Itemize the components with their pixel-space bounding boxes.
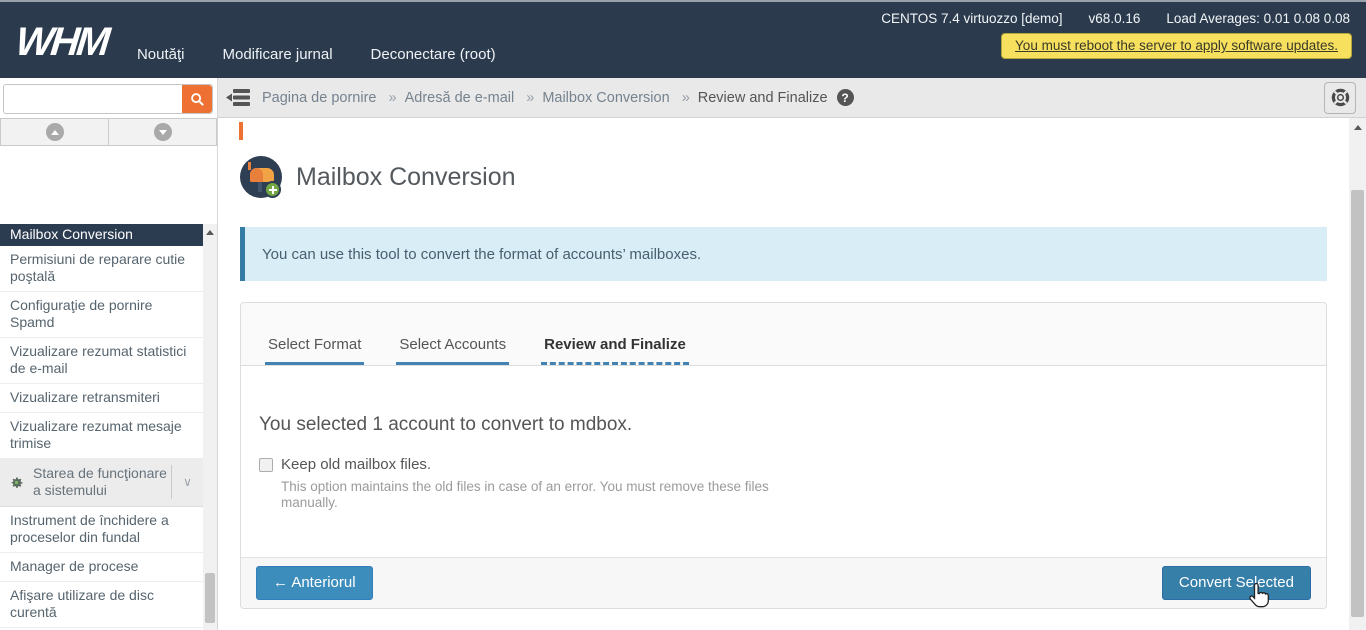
top-header: WHM Noutăţi Modificare jurnal Deconectare …	[0, 0, 1366, 78]
breadcrumb-link[interactable]: Pagina de pornire	[262, 90, 376, 106]
header-right: CENTOS 7.4 virtuozzo [demo] v68.0.16 Loa…	[881, 2, 1352, 78]
info-callout: You can use this tool to convert the for…	[240, 227, 1327, 281]
sidebar: Mailbox ConversionPermisiuni de reparare…	[0, 78, 218, 630]
breadcrumb-separator: »	[389, 90, 397, 106]
breadcrumb-link[interactable]: Review and Finalize	[698, 90, 828, 106]
header-nav-link[interactable]: Noutăţi	[137, 46, 185, 63]
wizard-body: You selected 1 account to convert to mdb…	[241, 366, 1326, 557]
keep-old-files-help: This option maintains the old files in c…	[281, 479, 771, 511]
loading-indicator	[239, 122, 243, 140]
wizard-footer: ← Anteriorul Convert Selected	[241, 557, 1326, 608]
sidebar-scrollbar	[203, 224, 217, 630]
scroll-up-icon[interactable]	[1354, 125, 1362, 130]
info-text: You can use this tool to convert the for…	[262, 246, 701, 263]
help-icon[interactable]: ?	[837, 89, 854, 106]
breadcrumb-item: Review and Finalize »	[698, 90, 828, 106]
header-nav: Noutăţi Modificare jurnal Deconectare (roo…	[137, 46, 496, 78]
breadcrumb-link[interactable]: Mailbox Conversion	[542, 90, 669, 106]
whm-page: WHM Noutăţi Modificare jurnal Deconectare …	[0, 0, 1366, 630]
sidebar-item[interactable]: Manager de procese	[0, 553, 203, 582]
breadcrumb: Pagina de pornire » Adresă de e-mail » M…	[262, 90, 828, 106]
wizard-card: Select Format Select Accounts Review and…	[240, 302, 1327, 609]
reboot-notice-button[interactable]: You must reboot the server to apply soft…	[1001, 33, 1352, 59]
sidebar-item[interactable]: Permisiuni de reparare cutie poştală	[0, 246, 203, 292]
arrow-up-icon	[46, 123, 64, 141]
sidebar-item[interactable]: Vizualizare rezumat mesaje trimise	[0, 413, 203, 459]
sidebar-item[interactable]: Vizualizare rezumat statistici de e-mail	[0, 338, 203, 384]
arrow-down-icon	[154, 123, 172, 141]
sidebar-section[interactable]: Starea de funcţionare a sistemului∨	[0, 459, 203, 507]
header-nav-link[interactable]: Modificare jurnal	[223, 46, 333, 63]
wizard-tab[interactable]: Select Format	[265, 336, 364, 365]
previous-result-button[interactable]	[0, 118, 109, 146]
server-label: CENTOS 7.4 virtuozzo [demo]	[881, 11, 1062, 26]
page-title-row: Mailbox Conversion	[240, 156, 516, 198]
sidebar-search	[3, 84, 213, 114]
main-scrollbar	[1349, 118, 1366, 630]
keep-old-files-checkbox[interactable]	[259, 458, 273, 472]
version-label: v68.0.16	[1089, 11, 1141, 26]
previous-button[interactable]: ← Anteriorul	[256, 566, 373, 600]
collapse-navigation-icon[interactable]	[226, 89, 250, 106]
breadcrumb-bar: Pagina de pornire » Adresă de e-mail » M…	[218, 78, 1366, 118]
mailbox-conversion-icon	[240, 156, 282, 198]
whm-logo[interactable]: WHM	[14, 20, 110, 65]
wizard-tab[interactable]: Review and Finalize	[541, 336, 689, 365]
page-title: Mailbox Conversion	[296, 163, 516, 192]
gear-icon	[8, 474, 25, 491]
breadcrumb-separator: »	[682, 90, 690, 106]
wizard-tab-label: Review and Finalize	[544, 336, 686, 353]
main-scrollbar-thumb[interactable]	[1351, 190, 1364, 617]
sidebar-section-label: Starea de funcţionare a sistemului	[33, 465, 171, 499]
sidebar-item[interactable]: Afişare utilizare de disc curentă	[0, 582, 203, 628]
wizard-tab[interactable]: Select Accounts	[396, 336, 509, 365]
breadcrumb-item: Mailbox Conversion »	[542, 90, 697, 106]
chevron-down-icon[interactable]: ∨	[171, 465, 203, 499]
main-content: Mailbox Conversion You can use this tool…	[218, 118, 1349, 630]
sidebar-scrollbar-thumb[interactable]	[205, 573, 215, 623]
sidebar-item-selected[interactable]: Mailbox Conversion	[0, 224, 203, 246]
sidebar-item[interactable]: Instrument de închidere a proceselor din…	[0, 507, 203, 553]
sidebar-item[interactable]: Configuraţie de pornire Spamd	[0, 292, 203, 338]
breadcrumb-item: Pagina de pornire »	[262, 90, 405, 106]
search-button[interactable]	[182, 85, 212, 113]
server-status-line: CENTOS 7.4 virtuozzo [demo] v68.0.16 Loa…	[881, 11, 1350, 26]
wizard-tab-label: Select Accounts	[399, 336, 506, 353]
support-button[interactable]	[1324, 82, 1356, 114]
breadcrumb-separator: »	[526, 90, 534, 106]
life-ring-icon	[1331, 88, 1350, 107]
breadcrumb-item: Adresă de e-mail »	[405, 90, 543, 106]
wizard-tab-label: Select Format	[268, 336, 361, 353]
keep-old-files-row: Keep old mailbox files.	[259, 456, 431, 473]
header-nav-link[interactable]: Deconectare (root)	[371, 46, 496, 63]
sidebar-item[interactable]: Vizualizare retransmiteri	[0, 384, 203, 413]
wizard-tabs: Select Format Select Accounts Review and…	[241, 303, 1326, 366]
conversion-summary: You selected 1 account to convert to mdb…	[259, 414, 632, 436]
search-result-nav	[0, 118, 217, 146]
convert-selected-button[interactable]: Convert Selected	[1162, 566, 1311, 600]
next-result-button[interactable]	[109, 118, 217, 146]
load-averages: Load Averages: 0.01 0.08 0.08	[1166, 11, 1350, 26]
sidebar-list: Mailbox ConversionPermisiuni de reparare…	[0, 224, 203, 630]
keep-old-files-label[interactable]: Keep old mailbox files.	[281, 456, 431, 473]
breadcrumb-link[interactable]: Adresă de e-mail	[405, 90, 515, 106]
scroll-up-icon[interactable]	[206, 230, 214, 235]
search-icon	[190, 92, 205, 107]
